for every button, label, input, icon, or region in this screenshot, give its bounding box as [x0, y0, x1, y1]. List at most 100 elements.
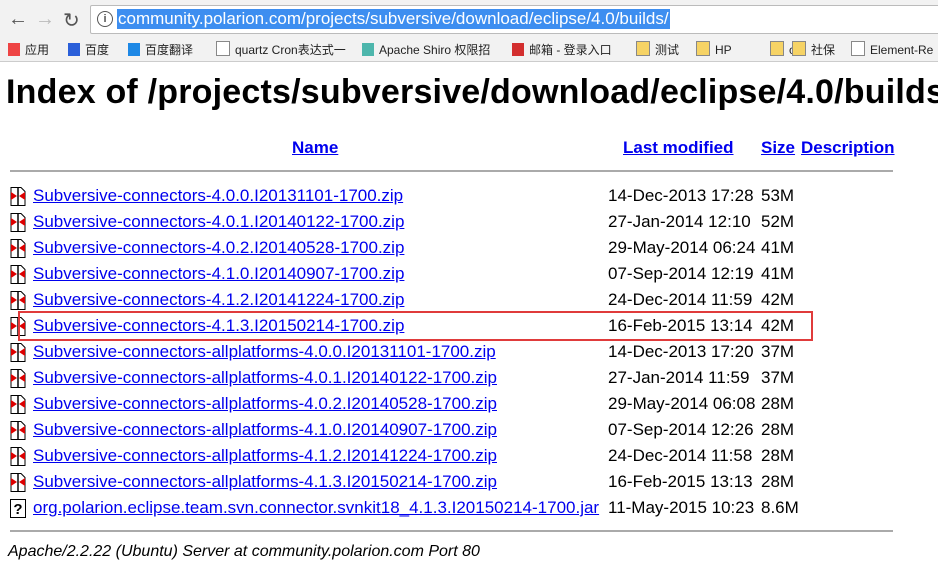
- last-modified: 24-Dec-2014 11:58: [608, 446, 753, 465]
- file-size: 41M: [761, 238, 795, 257]
- bookmark-item[interactable]: 邮箱 - 登录入口: [512, 41, 612, 58]
- file-size: 8.6M: [761, 498, 799, 517]
- forward-arrow-icon[interactable]: →: [35, 8, 55, 31]
- bookmark-item[interactable]: Element-Re: [851, 41, 933, 57]
- file-size: 28M: [761, 420, 795, 439]
- file-row: Subversive-connectors-4.0.0.I20131101-17…: [0, 183, 938, 209]
- file-size: 53M: [761, 186, 795, 205]
- bookmark-item[interactable]: 应用: [8, 41, 49, 58]
- file-link[interactable]: Subversive-connectors-4.0.2.I20140528-17…: [33, 238, 404, 258]
- file-row: Subversive-connectors-allplatforms-4.1.3…: [0, 469, 938, 495]
- file-row: Subversive-connectors-4.0.2.I20140528-17…: [0, 235, 938, 261]
- file-row: Subversive-connectors-4.0.1.I20140122-17…: [0, 209, 938, 235]
- file-size: 37M: [761, 342, 795, 361]
- file-link[interactable]: Subversive-connectors-4.1.0.I20140907-17…: [33, 264, 404, 284]
- file-link[interactable]: Subversive-connectors-allplatforms-4.1.2…: [33, 446, 497, 466]
- page-icon: [851, 41, 865, 56]
- file-link[interactable]: Subversive-connectors-allplatforms-4.1.3…: [33, 472, 497, 492]
- file-row: Subversive-connectors-allplatforms-4.1.0…: [0, 417, 938, 443]
- info-icon[interactable]: i: [97, 11, 113, 27]
- bookmark-label: Apache Shiro 权限招: [379, 43, 491, 57]
- file-size: 37M: [761, 368, 795, 387]
- file-row: Subversive-connectors-allplatforms-4.1.2…: [0, 443, 938, 469]
- file-link[interactable]: Subversive-connectors-allplatforms-4.0.1…: [33, 368, 497, 388]
- apps-grid-icon: [8, 43, 20, 56]
- back-arrow-icon[interactable]: ←: [8, 8, 28, 31]
- browser-toolbar: ← → ↻ i community.polarion.com/projects/…: [0, 0, 938, 36]
- file-link[interactable]: Subversive-connectors-allplatforms-4.1.0…: [33, 420, 497, 440]
- last-modified: 24-Dec-2014 11:59: [608, 290, 753, 309]
- file-row: Subversive-connectors-4.1.0.I20140907-17…: [0, 261, 938, 287]
- bookmark-item[interactable]: 百度: [68, 41, 109, 58]
- last-modified: 29-May-2014 06:08: [608, 394, 756, 413]
- compressed-file-icon: [10, 291, 26, 310]
- bookmark-label: Element-Re: [870, 43, 934, 57]
- bookmark-item[interactable]: Apache Shiro 权限招: [362, 41, 490, 58]
- bookmark-item[interactable]: 测试: [636, 41, 679, 58]
- file-row: Subversive-connectors-allplatforms-4.0.0…: [0, 339, 938, 365]
- compressed-file-icon: [10, 447, 26, 466]
- sort-by-size-link[interactable]: Size: [761, 138, 795, 158]
- sort-by-name-link[interactable]: Name: [292, 138, 338, 158]
- sort-by-description-link[interactable]: Description: [801, 138, 895, 158]
- bookmark-label: 邮箱 - 登录入口: [529, 43, 612, 57]
- last-modified: 11-May-2015 10:23: [608, 498, 755, 517]
- bookmark-item[interactable]: 百度翻译: [128, 41, 193, 58]
- compressed-file-icon: [10, 369, 26, 388]
- compressed-file-icon: [10, 421, 26, 440]
- file-link[interactable]: Subversive-connectors-4.1.2.I20141224-17…: [33, 290, 404, 310]
- bookmarks-bar: 应用 百度 百度翻译 quartz Cron表达式一 Apache Shiro 权限招 邮…: [0, 36, 938, 62]
- page-icon: [216, 41, 230, 56]
- last-modified: 16-Feb-2015 13:13: [608, 472, 753, 491]
- bookmark-label: 社保: [811, 43, 836, 57]
- file-link[interactable]: org.polarion.eclipse.team.svn.connector.…: [33, 498, 599, 518]
- file-link[interactable]: Subversive-connectors-4.0.1.I20140122-17…: [33, 212, 404, 232]
- reload-icon[interactable]: ↻: [63, 8, 80, 33]
- file-row: ? org.polarion.eclipse.team.svn.connector…: [0, 495, 938, 521]
- last-modified: 27-Jan-2014 11:59: [608, 368, 750, 387]
- bookmark-label: quartz Cron表达式一: [235, 43, 346, 57]
- url-text[interactable]: community.polarion.com/projects/subversi…: [117, 9, 670, 29]
- file-size: 28M: [761, 394, 795, 413]
- sort-by-modified-link[interactable]: Last modified: [623, 138, 734, 158]
- translate-icon: [128, 43, 140, 56]
- bookmark-label: 应用: [25, 43, 50, 57]
- file-link[interactable]: Subversive-connectors-4.0.0.I20131101-17…: [33, 186, 403, 206]
- compressed-file-icon: [10, 213, 26, 232]
- unknown-file-icon: ?: [10, 499, 26, 518]
- bookmark-item[interactable]: HP: [696, 41, 732, 57]
- compressed-file-icon: [10, 265, 26, 284]
- file-link[interactable]: Subversive-connectors-allplatforms-4.0.2…: [33, 394, 497, 414]
- last-modified: 07-Sep-2014 12:26: [608, 420, 754, 439]
- last-modified: 07-Sep-2014 12:19: [608, 264, 754, 283]
- bookmark-label: 百度翻译: [145, 43, 194, 57]
- compressed-file-icon: [10, 343, 26, 362]
- file-size: 42M: [761, 290, 795, 309]
- bookmark-item[interactable]: 社保: [792, 41, 835, 58]
- compressed-file-icon: [10, 395, 26, 414]
- last-modified: 14-Dec-2013 17:20: [608, 342, 754, 361]
- compressed-file-icon: [10, 239, 26, 258]
- file-link[interactable]: Subversive-connectors-allplatforms-4.0.0…: [33, 342, 496, 362]
- file-row: Subversive-connectors-allplatforms-4.0.1…: [0, 365, 938, 391]
- folder-icon: [696, 41, 710, 56]
- last-modified: 29-May-2014 06:24: [608, 238, 756, 257]
- file-size: 52M: [761, 212, 795, 231]
- page-title: Index of /projects/subversive/download/e…: [6, 73, 938, 111]
- compressed-file-icon: [10, 187, 26, 206]
- bookmark-label: HP: [715, 43, 732, 57]
- baidu-paw-icon: [68, 43, 80, 56]
- last-modified: 27-Jan-2014 12:10: [608, 212, 751, 231]
- address-bar[interactable]: i community.polarion.com/projects/subver…: [90, 5, 938, 34]
- bookmark-item[interactable]: quartz Cron表达式一: [216, 41, 346, 58]
- file-size: 28M: [761, 446, 795, 465]
- svg-text:?: ?: [13, 501, 22, 518]
- divider: [10, 170, 893, 172]
- compressed-file-icon: [10, 473, 26, 492]
- folder-icon: [792, 41, 806, 56]
- bookmark-label: 百度: [85, 43, 110, 57]
- mail-163-icon: [512, 43, 524, 56]
- folder-icon: [770, 41, 784, 56]
- file-size: 28M: [761, 472, 795, 491]
- divider: [10, 530, 893, 532]
